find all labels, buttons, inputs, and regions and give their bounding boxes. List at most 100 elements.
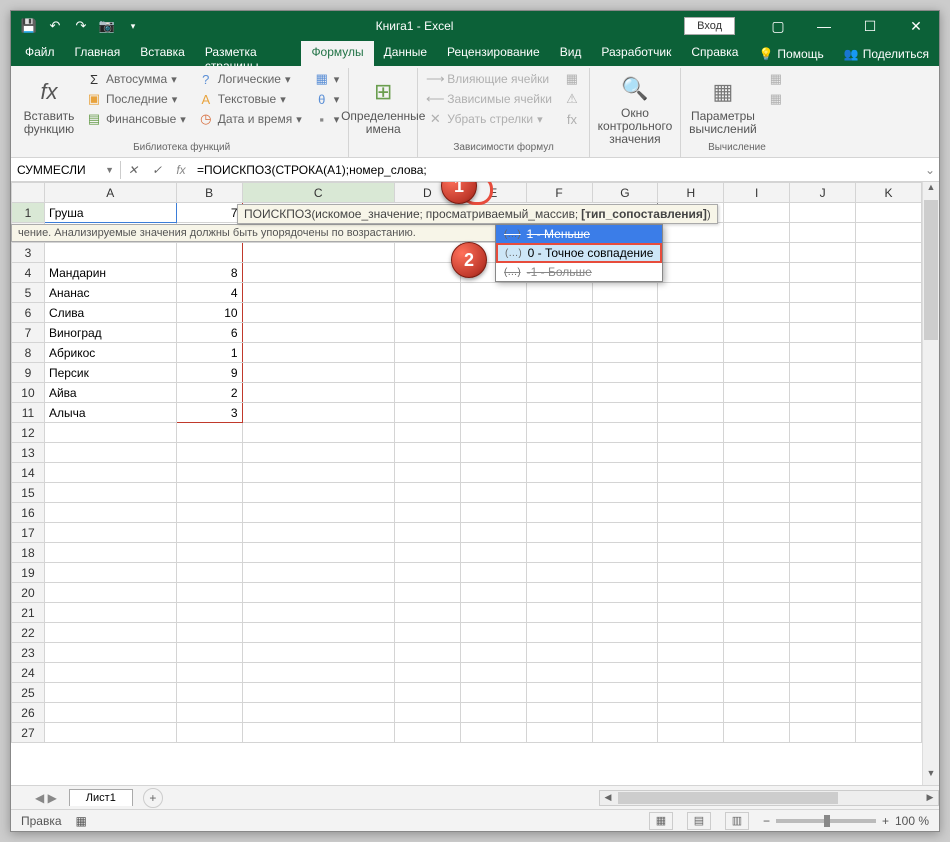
cell[interactable] xyxy=(658,643,724,663)
cell[interactable] xyxy=(394,703,460,723)
cell[interactable] xyxy=(176,563,242,583)
cell[interactable] xyxy=(526,383,592,403)
cell[interactable] xyxy=(526,563,592,583)
cell[interactable] xyxy=(460,623,526,643)
cell[interactable] xyxy=(394,643,460,663)
cell[interactable] xyxy=(242,483,394,503)
cell[interactable] xyxy=(724,723,790,743)
add-sheet-button[interactable]: + xyxy=(143,788,163,808)
zoom-slider[interactable] xyxy=(776,819,876,823)
cell[interactable] xyxy=(44,423,176,443)
cell[interactable] xyxy=(44,723,176,743)
cell[interactable] xyxy=(856,703,922,723)
cell[interactable] xyxy=(658,303,724,323)
cell[interactable] xyxy=(176,643,242,663)
cell[interactable] xyxy=(592,443,658,463)
cell[interactable] xyxy=(526,543,592,563)
ribbon-options-icon[interactable]: ▢ xyxy=(755,11,801,41)
share-button[interactable]: 👥Поделиться xyxy=(834,41,939,66)
vertical-scrollbar[interactable]: ▲ ▼ xyxy=(922,182,939,785)
maximize-icon[interactable]: ☐ xyxy=(847,11,893,41)
cell[interactable] xyxy=(658,603,724,623)
cell[interactable] xyxy=(526,623,592,643)
tab-review[interactable]: Рецензирование xyxy=(437,41,550,66)
hscroll-thumb[interactable] xyxy=(618,792,838,804)
cell[interactable] xyxy=(658,583,724,603)
cell[interactable] xyxy=(658,523,724,543)
row-header-23[interactable]: 23 xyxy=(12,643,45,663)
cell[interactable] xyxy=(790,483,856,503)
cell[interactable] xyxy=(242,243,394,263)
cell[interactable] xyxy=(724,463,790,483)
cell[interactable] xyxy=(592,703,658,723)
cell[interactable] xyxy=(790,323,856,343)
cell[interactable] xyxy=(790,503,856,523)
cell-B9[interactable]: 9 xyxy=(176,363,242,383)
defined-names-button[interactable]: ⊞ Определенные имена xyxy=(355,70,411,142)
cell[interactable] xyxy=(394,503,460,523)
cell[interactable] xyxy=(394,363,460,383)
cell[interactable] xyxy=(394,283,460,303)
view-normal-icon[interactable]: ▦ xyxy=(649,812,673,830)
cancel-formula-icon[interactable]: ✕ xyxy=(121,163,145,177)
col-header-J[interactable]: J xyxy=(790,183,856,203)
minimize-icon[interactable]: — xyxy=(801,11,847,41)
cell[interactable] xyxy=(724,583,790,603)
cell[interactable] xyxy=(592,603,658,623)
save-icon[interactable]: 💾 xyxy=(17,14,41,38)
scroll-up-icon[interactable]: ▲ xyxy=(923,182,939,199)
cell[interactable] xyxy=(724,643,790,663)
cell[interactable] xyxy=(856,583,922,603)
cell[interactable] xyxy=(394,443,460,463)
cell[interactable] xyxy=(394,303,460,323)
cell[interactable] xyxy=(460,503,526,523)
sheet-nav[interactable]: ◀ ▶ xyxy=(35,791,57,805)
cell[interactable] xyxy=(176,523,242,543)
cell[interactable] xyxy=(242,363,394,383)
cell[interactable] xyxy=(856,323,922,343)
cell[interactable] xyxy=(460,643,526,663)
cell[interactable] xyxy=(592,523,658,543)
cell[interactable] xyxy=(44,543,176,563)
expand-formula-icon[interactable]: ⌄ xyxy=(921,163,939,177)
cell[interactable] xyxy=(658,223,724,243)
col-header-K[interactable]: K xyxy=(856,183,922,203)
fx-bar-icon[interactable]: fx xyxy=(169,163,193,177)
match-option-less[interactable]: (…)1 - Меньше xyxy=(496,225,662,243)
cell[interactable] xyxy=(790,663,856,683)
cell[interactable] xyxy=(394,623,460,643)
cell[interactable] xyxy=(44,523,176,543)
cell[interactable] xyxy=(592,483,658,503)
cell[interactable] xyxy=(394,543,460,563)
cell[interactable] xyxy=(724,563,790,583)
cell[interactable] xyxy=(790,723,856,743)
cell[interactable] xyxy=(856,223,922,243)
cell[interactable] xyxy=(394,523,460,543)
cell[interactable] xyxy=(790,463,856,483)
cell[interactable] xyxy=(176,483,242,503)
cell[interactable] xyxy=(460,583,526,603)
cell[interactable] xyxy=(526,363,592,383)
cell[interactable] xyxy=(856,723,922,743)
row-header-10[interactable]: 10 xyxy=(12,383,45,403)
close-icon[interactable]: ✕ xyxy=(893,11,939,41)
calc-options-button[interactable]: ▦ Параметры вычислений xyxy=(687,70,759,142)
cell[interactable] xyxy=(394,603,460,623)
horizontal-scrollbar[interactable]: ◀ ▶ xyxy=(599,790,939,806)
tab-layout[interactable]: Разметка страницы xyxy=(195,41,302,66)
row-header-22[interactable]: 22 xyxy=(12,623,45,643)
cell[interactable] xyxy=(724,503,790,523)
insert-function-button[interactable]: fx Вставить функцию xyxy=(21,70,77,142)
cell[interactable] xyxy=(242,303,394,323)
cell[interactable] xyxy=(592,623,658,643)
cell[interactable] xyxy=(658,703,724,723)
qat-dropdown-icon[interactable]: ▾ xyxy=(121,14,145,38)
cell[interactable] xyxy=(526,583,592,603)
cell[interactable] xyxy=(460,323,526,343)
zoom-out-icon[interactable]: − xyxy=(763,814,770,828)
cell[interactable] xyxy=(592,463,658,483)
cell[interactable] xyxy=(460,603,526,623)
col-header-F[interactable]: F xyxy=(526,183,592,203)
cell[interactable] xyxy=(44,503,176,523)
cell[interactable] xyxy=(658,463,724,483)
